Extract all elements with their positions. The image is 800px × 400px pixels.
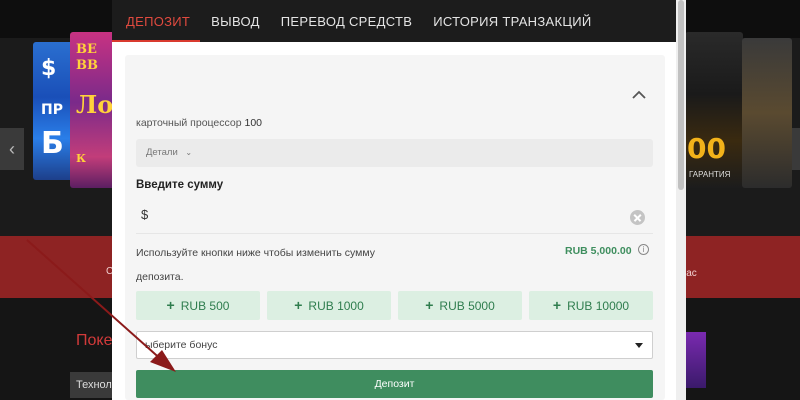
currency-symbol: $ (141, 207, 149, 222)
slider-prev-button[interactable]: ‹ (0, 128, 24, 170)
card-text: ВВ (76, 58, 98, 73)
card-text: 00 (687, 132, 726, 165)
plus-icon: + (166, 297, 175, 313)
modal-scrollbar-thumb[interactable] (678, 0, 684, 190)
plus-icon: + (294, 297, 303, 313)
info-icon[interactable]: i (638, 244, 649, 255)
quick-amount-label: RUB 1000 (308, 299, 364, 313)
amount-hint: Используйте кнопки ниже чтобы изменить с… (136, 247, 375, 283)
details-label: Детали (146, 147, 178, 158)
game-card[interactable]: ВЕ ВВ Ло К (70, 32, 116, 188)
clear-icon[interactable] (630, 210, 645, 225)
chevron-up-icon[interactable] (632, 88, 646, 102)
game-card[interactable] (742, 38, 792, 188)
bonus-select-value: ыберите бонус (145, 339, 218, 351)
caret-down-icon (635, 343, 643, 348)
card-text: ВЕ (76, 42, 97, 57)
quick-amount-button[interactable]: + RUB 500 (136, 291, 260, 320)
card-text: ПР (41, 102, 63, 118)
card-text: Б (41, 126, 64, 161)
tab-transfer[interactable]: ПЕРЕВОД СРЕДСТВ (281, 0, 412, 42)
game-card[interactable]: 00 ГАРАНТИЯ (685, 32, 743, 188)
tab-withdraw[interactable]: ВЫВОД (211, 0, 260, 42)
amount-field: $ (136, 200, 653, 234)
card-text: К (76, 152, 87, 165)
quick-amount-button[interactable]: + RUB 5000 (398, 291, 522, 320)
payment-method-name: карточный процессор (136, 117, 242, 129)
amount-label: Введите сумму (136, 179, 224, 191)
payment-method-value: 100 (244, 117, 263, 129)
payment-method-label: карточный процессор 100 (136, 117, 262, 129)
quick-amount-label: RUB 5000 (439, 299, 495, 313)
deposit-button[interactable]: Депозит (136, 370, 653, 398)
cashier-tabs: ДЕПОЗИТ ВЫВОД ПЕРЕВОД СРЕДСТВ ИСТОРИЯ ТР… (111, 0, 676, 42)
plus-icon: + (552, 297, 562, 313)
card-text: Ло (76, 90, 114, 119)
section-heading: Поке (76, 332, 113, 349)
bonus-select[interactable]: ыберите бонус (136, 331, 653, 359)
quick-amount-label: RUB 500 (180, 299, 230, 313)
card-text: $ (41, 56, 57, 81)
quick-amount-button[interactable]: + RUB 1000 (267, 291, 391, 320)
details-toggle[interactable]: Детали ⌄ (136, 139, 653, 167)
quick-amount-label: RUB 10000 (567, 299, 630, 313)
plus-icon: + (425, 297, 434, 313)
category-tab[interactable]: Техноло (70, 372, 116, 398)
amount-input[interactable] (156, 205, 626, 227)
game-thumbnail[interactable] (684, 332, 706, 388)
tab-history[interactable]: ИСТОРИЯ ТРАНЗАКЦИЙ (433, 0, 591, 42)
deposit-limit: RUB 5,000.00 (565, 245, 632, 257)
tab-deposit[interactable]: ДЕПОЗИТ (111, 0, 201, 42)
quick-amount-button[interactable]: + RUB 10000 (529, 291, 653, 320)
card-text: ГАРАНТИЯ (689, 170, 731, 179)
chevron-down-icon: ⌄ (185, 148, 193, 157)
